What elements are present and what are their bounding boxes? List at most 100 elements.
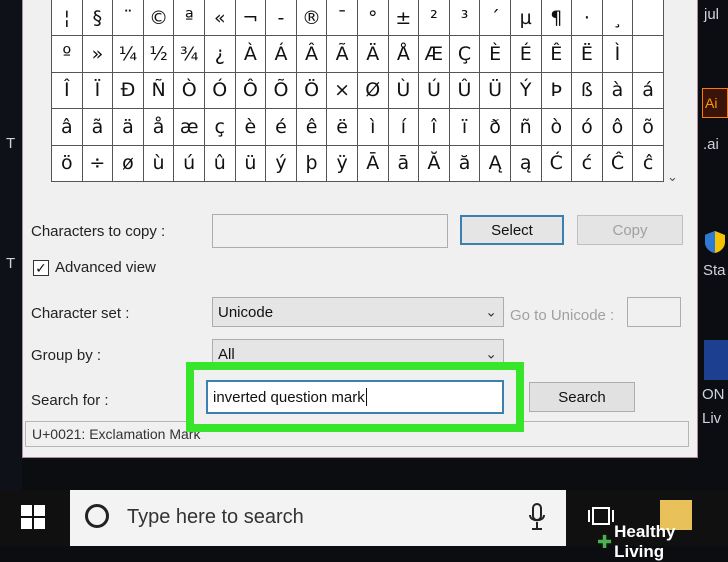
character-cell[interactable]: © <box>143 0 175 37</box>
character-cell[interactable]: æ <box>174 109 205 146</box>
character-cell[interactable]: ă <box>449 145 481 182</box>
character-cell[interactable]: « <box>204 0 236 37</box>
character-cell[interactable]: ¶ <box>541 0 573 37</box>
character-cell[interactable]: ã <box>82 109 114 146</box>
character-cell[interactable]: Á <box>266 36 297 73</box>
character-cell[interactable]: Ć <box>541 145 573 182</box>
character-cell[interactable]: Ê <box>541 36 573 73</box>
taskbar-search-box[interactable]: Type here to search <box>70 490 566 546</box>
character-cell[interactable] <box>633 0 664 37</box>
character-cell[interactable]: ú <box>174 145 205 182</box>
character-cell[interactable]: Ù <box>388 72 420 110</box>
character-cell[interactable]: ³ <box>449 0 481 37</box>
advanced-view-checkbox[interactable]: ✓ <box>33 260 49 276</box>
character-cell[interactable]: ñ <box>510 109 542 146</box>
character-cell[interactable]: Ô <box>235 72 267 110</box>
character-cell[interactable]: Õ <box>266 72 297 110</box>
character-cell[interactable]: Ó <box>204 72 236 110</box>
character-cell[interactable]: ¨ <box>113 0 144 37</box>
shield-icon[interactable] <box>704 230 726 259</box>
character-cell[interactable]: · <box>572 0 603 37</box>
character-cell[interactable]: Ð <box>113 72 144 110</box>
character-cell[interactable]: Û <box>449 72 481 110</box>
character-cell[interactable]: Ö <box>296 72 328 110</box>
character-cell[interactable]: ê <box>296 109 328 146</box>
character-set-dropdown[interactable]: Unicode ⌄ <box>212 297 504 327</box>
character-cell[interactable]: À <box>235 36 267 73</box>
character-cell[interactable]: ¯ <box>327 0 358 37</box>
character-cell[interactable]: é <box>266 109 297 146</box>
character-cell[interactable]: ð <box>480 109 511 146</box>
character-cell[interactable]: Ç <box>449 36 481 73</box>
character-cell[interactable]: ÿ <box>327 145 358 182</box>
character-cell[interactable]: Ã <box>327 36 358 73</box>
character-cell[interactable]: î <box>419 109 450 146</box>
character-cell[interactable]: Þ <box>541 72 573 110</box>
character-cell[interactable]: à <box>602 72 634 110</box>
character-cell[interactable]: µ <box>510 0 542 37</box>
character-cell[interactable]: ý <box>266 145 297 182</box>
character-cell[interactable]: Ò <box>174 72 205 110</box>
character-cell[interactable]: Î <box>52 72 83 110</box>
character-grid[interactable]: ¦ § ¨ © ª «¬ - ® ¯ ° ± ² ³ ´ µ ¶ · ¸ º» ¼ ½ ¾ ¿ À Á Â Ã Ä Å Æ Ç È É Ê Ë Ì Î Ï… <box>51 0 664 182</box>
select-button[interactable]: Select <box>460 215 564 245</box>
character-cell[interactable]: Ý <box>510 72 542 110</box>
character-cell[interactable]: ā <box>388 145 420 182</box>
character-cell[interactable]: ª <box>174 0 205 37</box>
microphone-icon[interactable] <box>528 502 546 537</box>
character-cell[interactable]: ¾ <box>174 36 205 73</box>
character-cell[interactable]: ¿ <box>204 36 236 73</box>
character-cell[interactable] <box>633 36 664 73</box>
character-cell[interactable]: ô <box>602 109 634 146</box>
character-cell[interactable]: » <box>82 36 114 73</box>
character-cell[interactable]: ç <box>204 109 236 146</box>
character-cell[interactable]: ù <box>143 145 175 182</box>
character-cell[interactable]: ć <box>572 145 603 182</box>
character-cell[interactable]: Ú <box>419 72 450 110</box>
character-cell[interactable]: õ <box>633 109 664 146</box>
illustrator-file-icon[interactable]: Ai <box>702 88 728 118</box>
monitor-icon[interactable] <box>704 340 728 380</box>
character-cell[interactable]: Â <box>296 36 328 73</box>
character-cell[interactable]: å <box>143 109 175 146</box>
character-cell[interactable]: Ø <box>357 72 389 110</box>
character-cell[interactable]: - <box>266 0 297 37</box>
copy-button[interactable]: Copy <box>577 215 683 245</box>
character-cell[interactable]: ¸ <box>602 0 634 37</box>
windows-start-icon[interactable] <box>20 504 46 535</box>
go-to-unicode-field[interactable] <box>627 297 681 327</box>
character-cell[interactable]: Ü <box>480 72 511 110</box>
character-cell[interactable]: ó <box>572 109 603 146</box>
character-cell[interactable]: § <box>82 0 114 37</box>
character-cell[interactable]: ï <box>449 109 481 146</box>
character-cell[interactable]: Ì <box>602 36 634 73</box>
character-cell[interactable]: ì <box>357 109 389 146</box>
character-cell[interactable]: ß <box>572 72 603 110</box>
character-cell[interactable]: ÷ <box>82 145 114 182</box>
character-cell[interactable]: × <box>327 72 358 110</box>
character-cell[interactable]: É <box>510 36 542 73</box>
character-cell[interactable]: ä <box>113 109 144 146</box>
characters-to-copy-field[interactable] <box>212 214 448 248</box>
character-cell[interactable]: Ă <box>419 145 450 182</box>
character-cell[interactable]: ¬ <box>235 0 267 37</box>
character-cell[interactable]: È <box>480 36 511 73</box>
character-cell[interactable]: ½ <box>143 36 175 73</box>
character-cell[interactable]: û <box>204 145 236 182</box>
character-cell[interactable]: ² <box>419 0 450 37</box>
chevron-down-icon[interactable]: ⌄ <box>667 169 678 185</box>
character-cell[interactable]: ø <box>113 145 144 182</box>
character-cell[interactable]: Ĉ <box>602 145 634 182</box>
character-cell[interactable]: ® <box>296 0 328 37</box>
character-cell[interactable]: ö <box>52 145 83 182</box>
character-cell[interactable]: è <box>235 109 267 146</box>
character-cell[interactable]: ą <box>510 145 542 182</box>
character-cell[interactable]: ¼ <box>113 36 144 73</box>
character-cell[interactable]: Ā <box>357 145 389 182</box>
character-cell[interactable]: ´ <box>480 0 511 37</box>
search-input[interactable]: inverted question mark <box>206 380 504 414</box>
search-button[interactable]: Search <box>529 382 635 412</box>
character-cell[interactable]: ü <box>235 145 267 182</box>
character-cell[interactable]: í <box>388 109 420 146</box>
character-cell[interactable]: º <box>52 36 83 73</box>
